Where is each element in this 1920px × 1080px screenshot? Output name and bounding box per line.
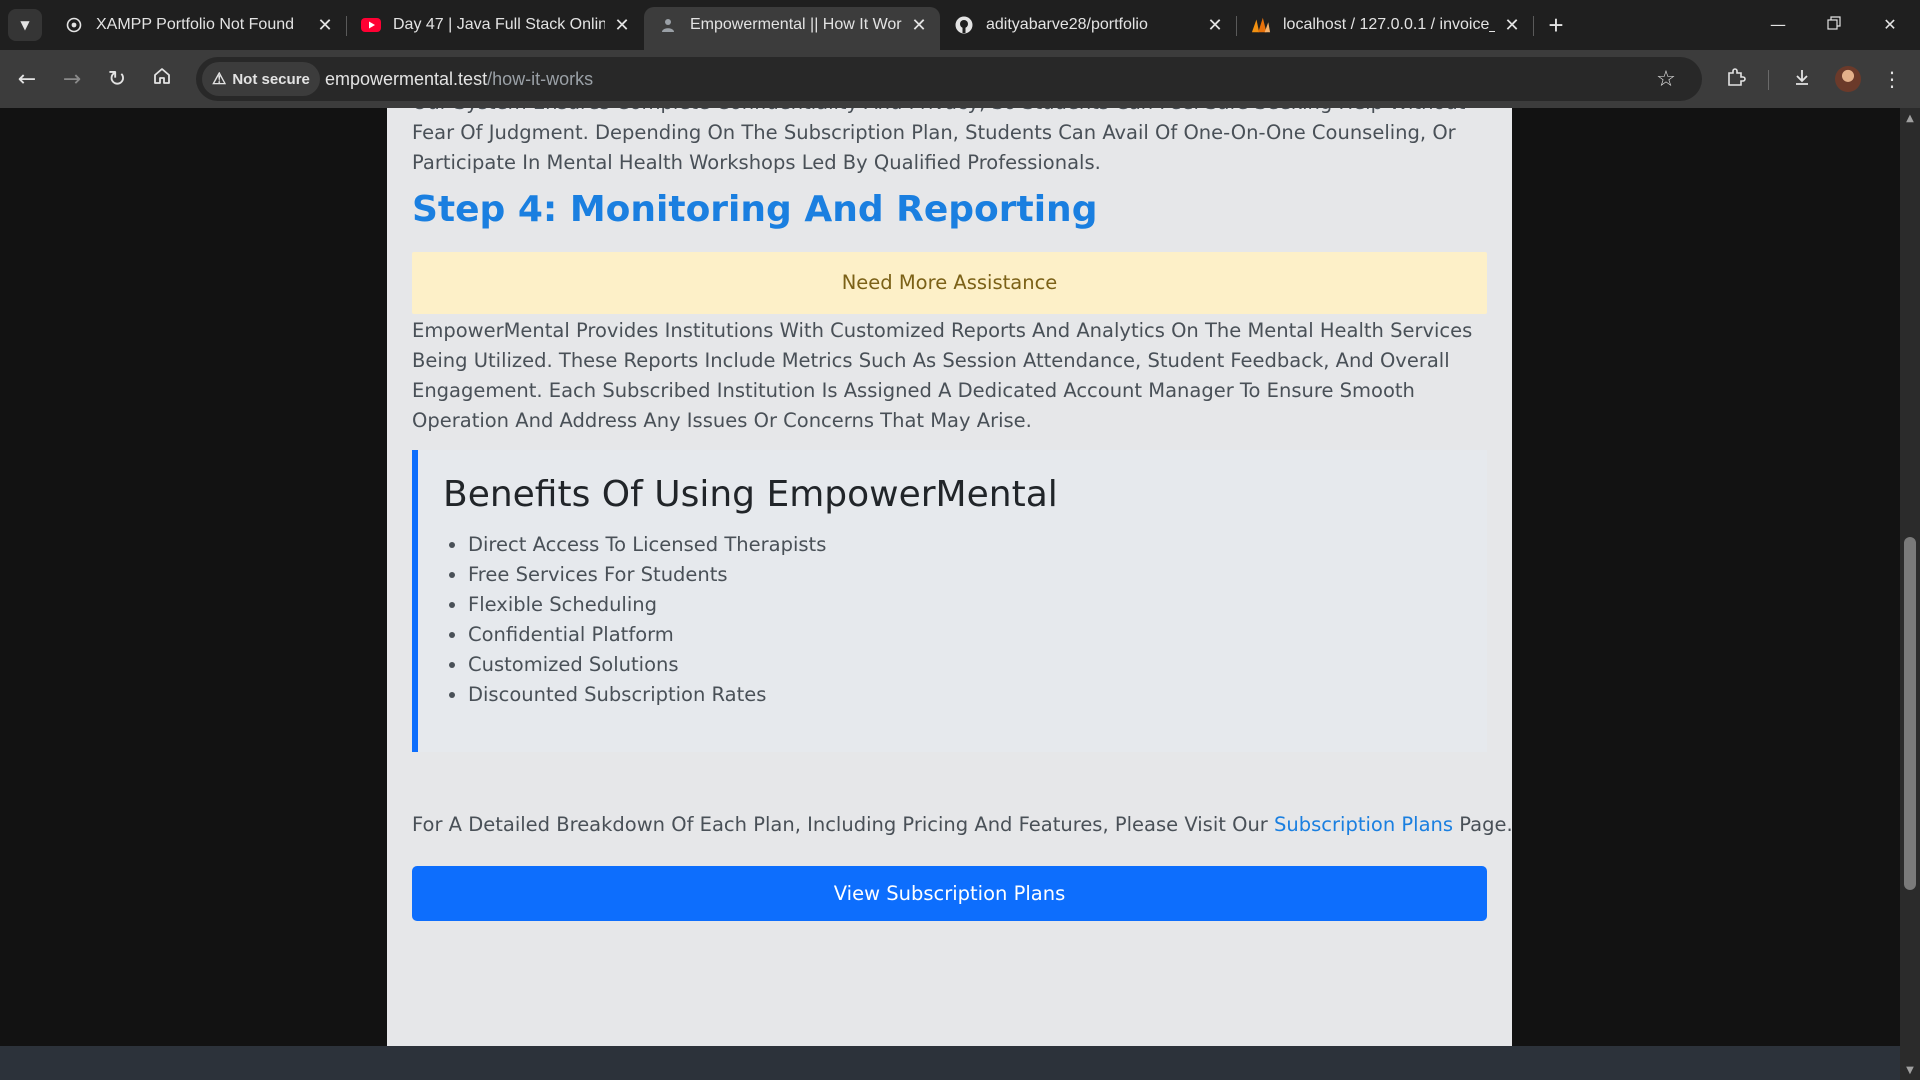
tab-title: adityabarve28/portfolio	[986, 16, 1148, 33]
close-icon[interactable]: ✕	[908, 14, 930, 36]
benefits-list: Direct Access To Licensed Therapists Fre…	[418, 530, 826, 710]
close-icon[interactable]: ✕	[1501, 14, 1523, 36]
tab-youtube[interactable]: Day 47 | Java Full Stack Online T ✕	[347, 7, 643, 43]
profile-avatar[interactable]	[1835, 66, 1861, 92]
xampp-icon	[64, 15, 84, 35]
youtube-icon	[361, 15, 381, 35]
url-path: /how-it-works	[487, 68, 594, 89]
page-viewport: Our System Ensures Complete Confidential…	[0, 108, 1900, 1080]
puzzle-icon	[1726, 67, 1746, 92]
phpmyadmin-icon	[1251, 15, 1271, 35]
view-subscription-plans-button[interactable]: View Subscription Plans	[412, 866, 1487, 921]
bookmark-star-button[interactable]: ☆	[1650, 63, 1682, 95]
tab-title: Day 47 | Java Full Stack Online T	[393, 16, 605, 33]
benefit-item: Free Services For Students	[468, 560, 826, 590]
tab-strip: ▼ XAMPP Portfolio Not Found ✕ Day 47 | J…	[0, 0, 1920, 50]
browser-toolbar: ← → ↻ ⚠ Not secure empowermental.test/ho…	[0, 50, 1920, 108]
tab-xampp[interactable]: XAMPP Portfolio Not Found ✕	[50, 7, 346, 43]
assistance-alert: Need More Assistance	[412, 252, 1487, 314]
minimize-icon: —	[1770, 14, 1786, 34]
arrow-left-icon: ←	[17, 66, 37, 92]
close-icon[interactable]: ✕	[611, 14, 633, 36]
benefit-item: Customized Solutions	[468, 650, 826, 680]
site-icon	[658, 15, 678, 35]
intro-paragraph: Our System Ensures Complete Confidential…	[412, 108, 1465, 174]
extensions-button[interactable]	[1718, 61, 1754, 97]
tab-empowermental[interactable]: Empowermental || How It Works ✕	[644, 7, 940, 50]
arrow-right-icon: →	[62, 66, 82, 92]
plans-text: For A Detailed Breakdown Of Each Plan, I…	[412, 813, 1275, 836]
subscription-plans-link[interactable]: Subscription Plans	[1274, 813, 1453, 836]
close-icon[interactable]: ✕	[1204, 14, 1226, 36]
home-button[interactable]	[144, 61, 180, 97]
tab-separator	[1533, 16, 1534, 36]
scroll-down-arrow-icon[interactable]: ▼	[1900, 1062, 1920, 1078]
tab-github[interactable]: adityabarve28/portfolio ✕	[940, 7, 1236, 43]
tab-search-button[interactable]: ▼	[8, 9, 42, 41]
plans-text-end: Page.	[1453, 813, 1513, 836]
tab-title: localhost / 127.0.0.1 / invoice_n	[1283, 16, 1495, 33]
tab-title: XAMPP Portfolio Not Found	[96, 16, 295, 33]
tab-phpmyadmin[interactable]: localhost / 127.0.0.1 / invoice_n ✕	[1237, 7, 1533, 43]
forward-button[interactable]: →	[54, 61, 90, 97]
restore-icon	[1827, 15, 1841, 34]
downloads-button[interactable]	[1784, 61, 1820, 97]
url-text[interactable]: empowermental.test/how-it-works	[325, 57, 593, 101]
reload-button[interactable]: ↻	[99, 61, 135, 97]
plus-icon: +	[1548, 9, 1564, 40]
menu-button[interactable]: ⋮	[1874, 61, 1910, 97]
security-badge[interactable]: ⚠ Not secure	[202, 62, 320, 96]
restore-button[interactable]	[1806, 0, 1862, 48]
tab-title: Empowermental || How It Works	[690, 16, 902, 33]
close-icon: ✕	[1883, 14, 1897, 34]
close-window-button[interactable]: ✕	[1862, 0, 1918, 48]
benefit-item: Flexible Scheduling	[468, 590, 826, 620]
benefit-item: Direct Access To Licensed Therapists	[468, 530, 826, 560]
warning-icon: ⚠	[212, 71, 227, 88]
cta-label: View Subscription Plans	[833, 882, 1066, 905]
minimize-button[interactable]: —	[1750, 0, 1806, 48]
toolbar-separator	[1768, 70, 1769, 90]
address-bar[interactable]: ⚠ Not secure empowermental.test/how-it-w…	[196, 57, 1702, 101]
plans-paragraph: For A Detailed Breakdown Of Each Plan, I…	[412, 810, 1513, 840]
new-tab-button[interactable]: +	[1542, 9, 1570, 40]
step-4-title: Step 4: Monitoring And Reporting	[412, 189, 1098, 230]
close-icon[interactable]: ✕	[314, 14, 336, 36]
benefits-box: Benefits Of Using EmpowerMental Direct A…	[412, 450, 1487, 752]
security-label: Not secure	[232, 70, 310, 88]
scroll-up-arrow-icon[interactable]: ▲	[1900, 110, 1920, 126]
back-button[interactable]: ←	[9, 61, 45, 97]
page-footer	[0, 1046, 1900, 1080]
benefit-item: Confidential Platform	[468, 620, 826, 650]
download-icon	[1792, 67, 1812, 92]
star-icon: ☆	[1656, 66, 1676, 92]
more-vertical-icon: ⋮	[1882, 67, 1902, 91]
vertical-scrollbar[interactable]: ▲ ▼	[1900, 108, 1920, 1080]
step-4-paragraph: EmpowerMental Provides Institutions With…	[412, 319, 1473, 432]
home-icon	[152, 66, 172, 92]
github-icon	[954, 15, 974, 35]
chevron-down-icon: ▼	[20, 18, 30, 32]
reload-icon: ↻	[107, 66, 127, 92]
scrollbar-thumb[interactable]	[1904, 537, 1916, 890]
benefit-item: Discounted Subscription Rates	[468, 680, 826, 710]
url-host: empowermental.test	[325, 68, 488, 89]
content-card: Our System Ensures Complete Confidential…	[387, 108, 1513, 1080]
assistance-label: Need More Assistance	[841, 271, 1058, 294]
benefits-title: Benefits Of Using EmpowerMental	[443, 474, 1058, 515]
